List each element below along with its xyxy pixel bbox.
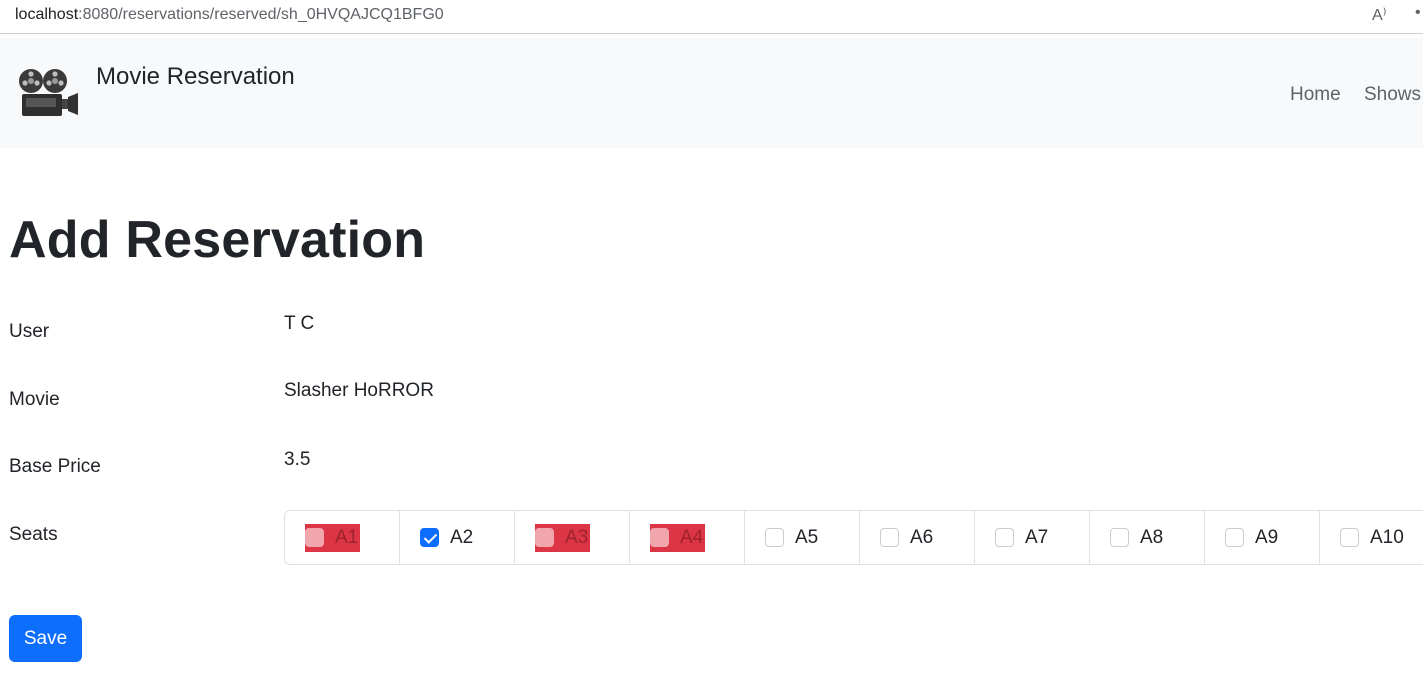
base-price-label: Base Price <box>9 456 101 477</box>
movie-label: Movie <box>9 389 60 410</box>
seat-a7[interactable]: A7 <box>975 511 1090 564</box>
seat-a5-wrap[interactable]: A5 <box>765 524 818 552</box>
seat-a9-checkbox[interactable] <box>1225 528 1244 547</box>
seat-a1-reserved-highlight: A1 <box>305 523 361 552</box>
nav-shows-link[interactable]: Shows <box>1364 84 1421 106</box>
seat-a4-reserved-highlight: A4 <box>650 523 706 552</box>
film-projector-icon[interactable] <box>16 67 80 119</box>
base-price-value: 3.5 <box>284 449 311 470</box>
browser-address-bar[interactable]: localhost:8080/reservations/reserved/sh_… <box>0 0 1423 34</box>
seat-a8-checkbox[interactable] <box>1110 528 1129 547</box>
seat-a2[interactable]: A2 <box>400 511 515 564</box>
seat-a1: A1 <box>285 511 400 564</box>
url-host: localhost <box>15 6 79 23</box>
seat-a3-label: A3 <box>565 526 589 548</box>
seat-a9[interactable]: A9 <box>1205 511 1320 564</box>
brand-title[interactable]: Movie Reservation <box>96 63 295 91</box>
seat-a7-label[interactable]: A7 <box>1025 527 1048 549</box>
seat-a7-checkbox[interactable] <box>995 528 1014 547</box>
seat-a8-label[interactable]: A8 <box>1140 527 1163 549</box>
seat-a4-label: A4 <box>680 526 704 548</box>
seat-a5-label[interactable]: A5 <box>795 527 818 549</box>
user-label: User <box>9 321 50 342</box>
seat-a2-checkbox[interactable] <box>420 528 439 547</box>
seat-a6-wrap[interactable]: A6 <box>880 524 933 552</box>
page-title: Add Reservation <box>9 211 426 269</box>
read-aloud-icon[interactable]: A⁾ <box>1372 5 1387 25</box>
seat-a2-label[interactable]: A2 <box>450 527 473 549</box>
seat-a6-label[interactable]: A6 <box>910 527 933 549</box>
navbar: Movie Reservation Home Shows <box>0 38 1423 148</box>
seat-a10-checkbox[interactable] <box>1340 528 1359 547</box>
toolbar-overflow-icon[interactable]: • <box>1415 4 1421 22</box>
seat-a4: A4 <box>630 511 745 564</box>
url-text[interactable]: localhost:8080/reservations/reserved/sh_… <box>15 6 444 24</box>
seat-a3-reserved-highlight: A3 <box>535 523 591 552</box>
seat-a1-label: A1 <box>335 526 359 548</box>
movie-value: Slasher HoRROR <box>284 380 434 401</box>
seat-a5[interactable]: A5 <box>745 511 860 564</box>
seat-a9-wrap[interactable]: A9 <box>1225 524 1278 552</box>
save-button[interactable]: Save <box>9 615 82 662</box>
seats-label: Seats <box>9 524 58 545</box>
seat-a9-label[interactable]: A9 <box>1255 527 1278 549</box>
seat-a6-checkbox[interactable] <box>880 528 899 547</box>
seat-a5-checkbox[interactable] <box>765 528 784 547</box>
seat-a3-checkbox <box>535 528 554 547</box>
user-value: T C <box>284 313 315 334</box>
seat-a3: A3 <box>515 511 630 564</box>
seat-selector-group: A1 A2 A3 A4 A5 A6 A7 A8 A9 A10 <box>284 510 1423 565</box>
seat-a10-wrap[interactable]: A10 <box>1340 524 1404 552</box>
seat-a4-checkbox <box>650 528 669 547</box>
seat-a8[interactable]: A8 <box>1090 511 1205 564</box>
seat-a10-label[interactable]: A10 <box>1370 527 1404 549</box>
seat-a6[interactable]: A6 <box>860 511 975 564</box>
seat-a7-wrap[interactable]: A7 <box>995 524 1048 552</box>
seat-a1-checkbox <box>305 528 324 547</box>
seat-a8-wrap[interactable]: A8 <box>1110 524 1163 552</box>
seat-a10[interactable]: A10 <box>1320 511 1423 564</box>
nav-home-link[interactable]: Home <box>1290 84 1341 106</box>
url-path: :8080/reservations/reserved/sh_0HVQAJCQ1… <box>78 6 444 23</box>
seat-a2-wrap[interactable]: A2 <box>420 524 473 552</box>
